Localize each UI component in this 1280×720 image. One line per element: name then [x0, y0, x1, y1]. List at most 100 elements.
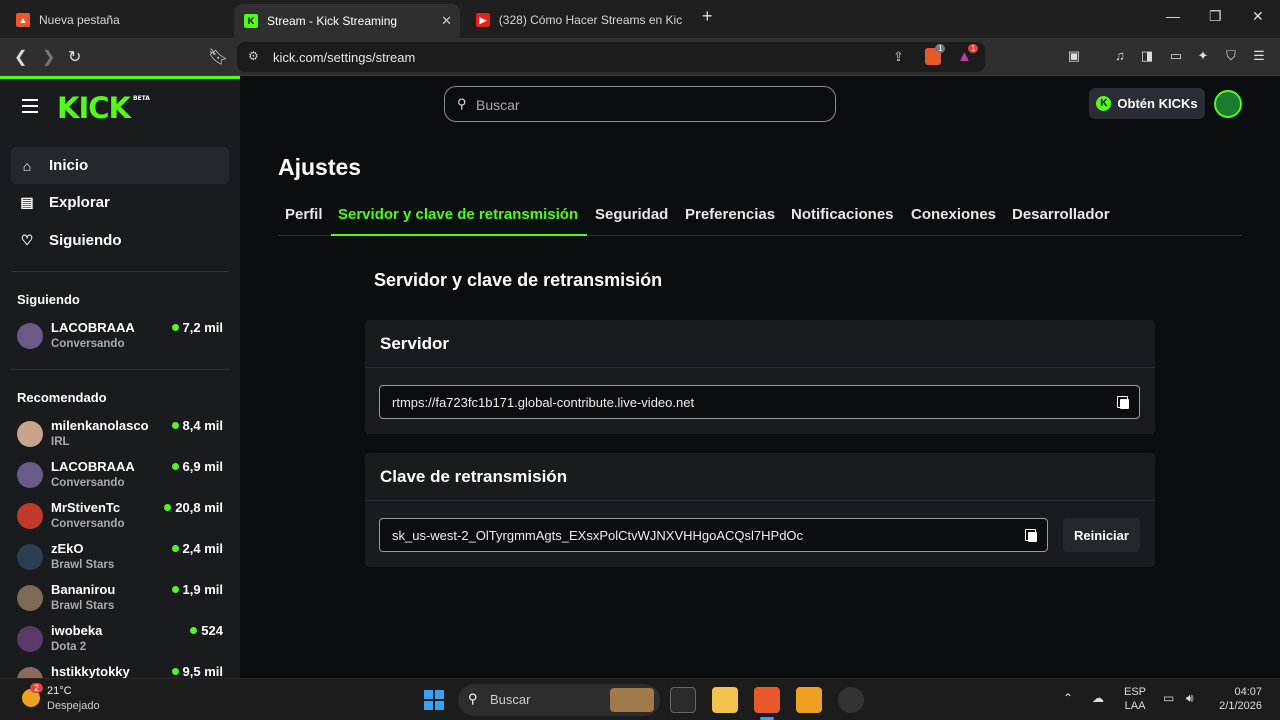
language-indicator[interactable]: ESP LAA	[1124, 685, 1146, 713]
sidebar-item-label: Inicio	[49, 157, 89, 174]
file-explorer-icon[interactable]	[712, 687, 738, 713]
media-icon[interactable]: ♫	[1112, 48, 1128, 64]
reset-button[interactable]: Reiniciar	[1063, 518, 1140, 552]
channel-category: Conversando	[51, 338, 125, 350]
user-avatar[interactable]	[1214, 90, 1242, 118]
hamburger-icon[interactable]	[22, 99, 38, 117]
channel-item[interactable]: iwobeka Dota 2 524	[17, 623, 223, 661]
tab-desarrollador[interactable]: Desarrollador	[1012, 206, 1110, 223]
tab-kick-streaming[interactable]: K Stream - Kick Streaming ✕	[234, 4, 460, 38]
channel-category: Brawl Stars	[51, 559, 115, 571]
kick-logo[interactable]: KICK BETA	[57, 91, 150, 125]
taskbar-search[interactable]: ⚲ Buscar	[458, 684, 660, 716]
channel-item[interactable]: zEkO Brawl Stars 2,4 mil	[17, 541, 223, 579]
cloud-off-icon[interactable]: ☁	[1092, 691, 1104, 705]
divider	[11, 271, 229, 272]
weather-badge: 2	[30, 683, 44, 693]
new-tab-button[interactable]: +	[702, 6, 713, 27]
url-field[interactable]: ⚙ kick.com/settings/stream ⇪ 1 ▲ 1	[237, 42, 985, 72]
divider	[11, 369, 229, 370]
channel-category: Brawl Stars	[51, 600, 115, 612]
tab-new-tab[interactable]: ▲ Nueva pestaña	[6, 6, 228, 34]
tab-perfil[interactable]: Perfil	[285, 206, 323, 223]
viewer-count: 7,2 mil	[172, 320, 223, 335]
stream-key-field[interactable]: sk_us-west-2_OlTyrgmmAgts_EXsxPolCtvWJNX…	[379, 518, 1048, 552]
url-text: kick.com/settings/stream	[273, 50, 416, 65]
following-title: Siguiendo	[17, 292, 80, 307]
site-settings-icon[interactable]: ⚙	[248, 49, 259, 63]
tab-conexiones[interactable]: Conexiones	[911, 206, 996, 223]
youtube-icon: ▶	[476, 13, 490, 27]
tab-title: (328) Cómo Hacer Streams en Kick (C	[498, 13, 682, 27]
stream-key-label: Clave de retransmisión	[365, 453, 1155, 501]
window-close-icon[interactable]: ✕	[1252, 8, 1264, 25]
bookmark-icon[interactable]: 🔖︎	[208, 47, 228, 67]
channel-name: MrStivenTc	[51, 500, 121, 515]
sidebar-item-explorar[interactable]: ▤ Explorar	[11, 184, 229, 221]
channel-item[interactable]: milenkanolasco IRL 8,4 mil	[17, 418, 223, 456]
close-tab-icon[interactable]: ✕	[441, 13, 452, 29]
server-label: Servidor	[365, 320, 1155, 368]
channel-item[interactable]: LACOBRAAA Conversando 7,2 mil	[17, 320, 223, 358]
channel-item[interactable]: MrStivenTc Conversando 20,8 mil	[17, 500, 223, 538]
channel-name: zEkO	[51, 541, 84, 556]
chevron-up-icon[interactable]: ⌃	[1063, 691, 1073, 705]
reload-icon[interactable]: ↻	[68, 47, 81, 67]
viewer-count: 8,4 mil	[172, 418, 223, 433]
page-title: Ajustes	[278, 154, 362, 180]
task-view-icon[interactable]	[670, 687, 696, 713]
sidebar-item-label: Explorar	[49, 194, 110, 211]
tab-preferencias[interactable]: Preferencias	[685, 206, 775, 223]
search-input[interactable]: ⚲ Buscar	[444, 86, 836, 122]
stream-key-card: Clave de retransmisión sk_us-west-2_OlTy…	[365, 453, 1155, 567]
tab-youtube[interactable]: ▶ (328) Cómo Hacer Streams en Kick (C	[466, 6, 692, 34]
volume-icon[interactable]: 🔊︎	[1186, 691, 1194, 705]
restore-icon[interactable]: ❐	[1209, 8, 1222, 25]
lang-bottom: LAA	[1124, 700, 1146, 712]
tab-seguridad[interactable]: Seguridad	[595, 206, 668, 223]
server-field[interactable]: rtmps://fa723fc1b171.global-contribute.l…	[379, 385, 1140, 419]
avatar	[17, 626, 43, 652]
section-title: Servidor y clave de retransmisión	[374, 270, 663, 290]
channel-category: Conversando	[51, 518, 125, 530]
sidebar-item-siguiendo[interactable]: ♡ Siguiendo	[11, 222, 229, 259]
wallet-icon[interactable]: ▭	[1168, 48, 1184, 64]
brave-icon: ▲	[16, 13, 30, 27]
search-placeholder: Buscar	[476, 97, 520, 113]
copy-icon[interactable]	[1117, 396, 1129, 409]
tab-servidor-clave[interactable]: Servidor y clave de retransmisión	[338, 206, 578, 223]
viewer-count: 20,8 mil	[164, 500, 223, 515]
clock[interactable]: 04:07 2/1/2026	[1212, 685, 1262, 713]
sidebar-item-inicio[interactable]: ⌂ Inicio	[11, 147, 229, 184]
channel-item[interactable]: LACOBRAAA Conversando 6,9 mil	[17, 459, 223, 497]
share-icon[interactable]: ⇪	[893, 49, 904, 65]
address-toolbar: ❮ ❯ ↻ 🔖︎ ⚙ kick.com/settings/stream ⇪ 1 …	[0, 38, 1280, 76]
vpn-icon[interactable]: ⛉	[1223, 48, 1239, 64]
viewer-count: 6,9 mil	[172, 459, 223, 474]
active-tab-underline	[331, 234, 587, 236]
copy-icon[interactable]	[1025, 529, 1037, 542]
search-icon: ⚲	[457, 96, 467, 111]
minimize-icon[interactable]: —	[1166, 8, 1180, 24]
leo-icon[interactable]: ✦	[1195, 48, 1211, 64]
network-icon[interactable]: ▭	[1163, 691, 1174, 705]
weather-temp: 21°C	[47, 685, 72, 697]
brave-taskbar-icon[interactable]	[754, 687, 780, 713]
recommended-title: Recomendado	[17, 390, 107, 405]
back-icon[interactable]: ❮	[14, 47, 27, 67]
windows-start-icon[interactable]	[421, 687, 447, 713]
channel-item[interactable]: Bananirou Brawl Stars 1,9 mil	[17, 582, 223, 620]
get-kicks-button[interactable]: K Obtén KICKs	[1089, 88, 1205, 119]
kick-page: KICK BETA ⌂ Inicio ▤ Explorar ♡ Siguiendo…	[0, 76, 1280, 681]
menu-icon[interactable]: ☰	[1251, 48, 1267, 64]
viewer-count: 524	[190, 623, 223, 638]
app-icon[interactable]	[796, 687, 822, 713]
obs-icon[interactable]	[838, 687, 864, 713]
sidebar-toggle-icon[interactable]: ◨	[1139, 48, 1155, 64]
settings-tabs: Perfil Servidor y clave de retransmisión…	[278, 196, 1242, 236]
tab-notificaciones[interactable]: Notificaciones	[791, 206, 894, 223]
forward-icon[interactable]: ❯	[42, 47, 55, 67]
reader-icon[interactable]: ▣	[1066, 48, 1082, 64]
avatar	[17, 503, 43, 529]
taskbar-search-placeholder: Buscar	[490, 692, 531, 707]
